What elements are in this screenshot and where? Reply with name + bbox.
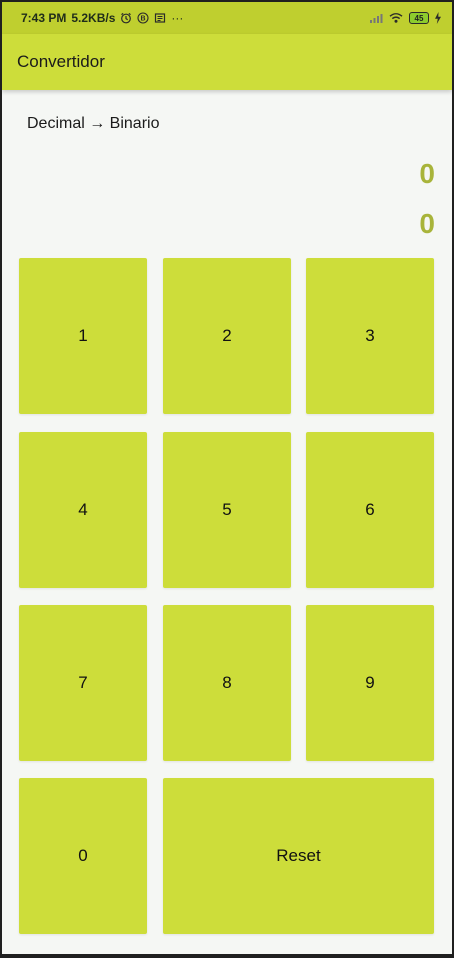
digit-button-3[interactable]: 3: [306, 258, 434, 414]
network-speed: 5.2KB/s: [71, 11, 116, 25]
reset-button[interactable]: Reset: [163, 778, 434, 934]
status-time: 7:43 PM: [21, 11, 67, 25]
digit-button-5[interactable]: 5: [163, 432, 291, 588]
digit-button-4[interactable]: 4: [19, 432, 147, 588]
status-bar: 7:43 PM 5.2KB/s B ··· 45: [2, 2, 452, 34]
converter-screen: 7:43 PM 5.2KB/s B ··· 45 Convertidor Dec…: [2, 2, 452, 954]
alarm-icon: [120, 12, 132, 24]
svg-text:B: B: [141, 16, 146, 23]
conversion-mode-label: Decimal → Binario: [27, 115, 160, 132]
digit-button-2[interactable]: 2: [163, 258, 291, 414]
battery-icon: 45: [409, 12, 429, 24]
digit-button-1[interactable]: 1: [19, 258, 147, 414]
binary-value: 0: [419, 208, 435, 239]
app-bar: Convertidor: [2, 34, 452, 90]
status-right: 45: [369, 12, 442, 24]
digit-button-6[interactable]: 6: [306, 432, 434, 588]
digit-button-8[interactable]: 8: [163, 605, 291, 761]
digit-button-0[interactable]: 0: [19, 778, 147, 934]
wifi-icon: [388, 12, 404, 24]
status-left: 7:43 PM 5.2KB/s B ···: [21, 11, 183, 25]
decimal-value: 0: [419, 158, 435, 189]
app-title: Convertidor: [17, 52, 105, 71]
digit-button-9[interactable]: 9: [306, 605, 434, 761]
more-icon: ···: [171, 11, 184, 25]
signal-icon: [369, 12, 383, 24]
charging-icon: [434, 12, 442, 24]
notification-icon: [154, 12, 166, 24]
b-icon: B: [137, 12, 149, 24]
digit-button-7[interactable]: 7: [19, 605, 147, 761]
